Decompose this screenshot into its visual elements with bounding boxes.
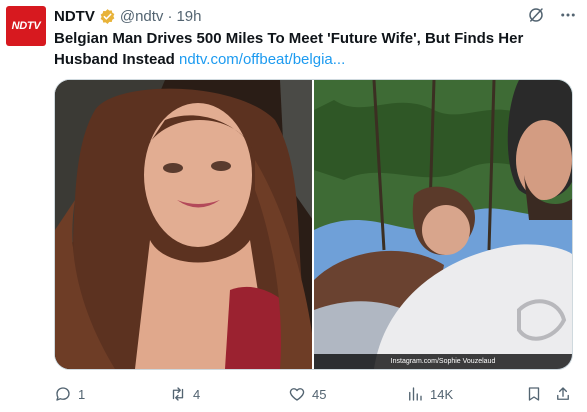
photo-couple-selfie[interactable]: Instagram.com/Sophie Vouzelaud: [314, 80, 572, 369]
bookmark-button[interactable]: [525, 384, 549, 404]
views-button[interactable]: 14K: [406, 384, 453, 404]
separator-dot: ·: [167, 7, 173, 25]
photo-credit-caption: Instagram.com/Sophie Vouzelaud: [314, 354, 572, 369]
retweet-count: 4: [193, 386, 201, 402]
portrait-illustration: [55, 80, 312, 369]
photo-credit-text: Instagram.com/Sophie Vouzelaud: [390, 358, 496, 365]
bookmark-icon: [528, 387, 540, 401]
retweet-button[interactable]: 4: [169, 384, 200, 404]
retweet-icon: [172, 387, 184, 401]
tweet-text: Belgian Man Drives 500 Miles To Meet 'Fu…: [54, 28, 574, 70]
like-count: 45: [312, 386, 327, 402]
avatar[interactable]: NDTV: [6, 6, 46, 46]
verified-badge-icon[interactable]: [99, 8, 116, 25]
share-icon: [557, 387, 569, 400]
tweet-header: NDTV @ndtv · 19h: [54, 5, 201, 27]
like-button[interactable]: 45: [288, 384, 326, 404]
author-name[interactable]: NDTV: [54, 8, 95, 25]
timestamp[interactable]: 19h: [176, 8, 201, 25]
bar-chart-icon: [409, 387, 422, 401]
photo-woman-portrait[interactable]: [55, 80, 312, 369]
grok-icon[interactable]: [527, 6, 545, 24]
reply-count: 1: [78, 386, 86, 402]
action-bar: 1 4 45 14K: [54, 384, 578, 404]
reply-button[interactable]: 1: [54, 384, 85, 404]
selfie-illustration: [314, 80, 572, 369]
heart-icon: [289, 388, 305, 401]
article-link[interactable]: ndtv.com/offbeat/belgia...: [179, 51, 345, 68]
views-count: 14K: [430, 386, 454, 402]
more-options-icon[interactable]: [558, 6, 578, 24]
share-button[interactable]: [554, 384, 578, 404]
avatar-logo-text: NDTV: [11, 20, 41, 32]
media-grid: Instagram.com/Sophie Vouzelaud: [54, 79, 573, 370]
reply-icon: [56, 387, 70, 401]
author-handle[interactable]: @ndtv: [120, 8, 164, 25]
